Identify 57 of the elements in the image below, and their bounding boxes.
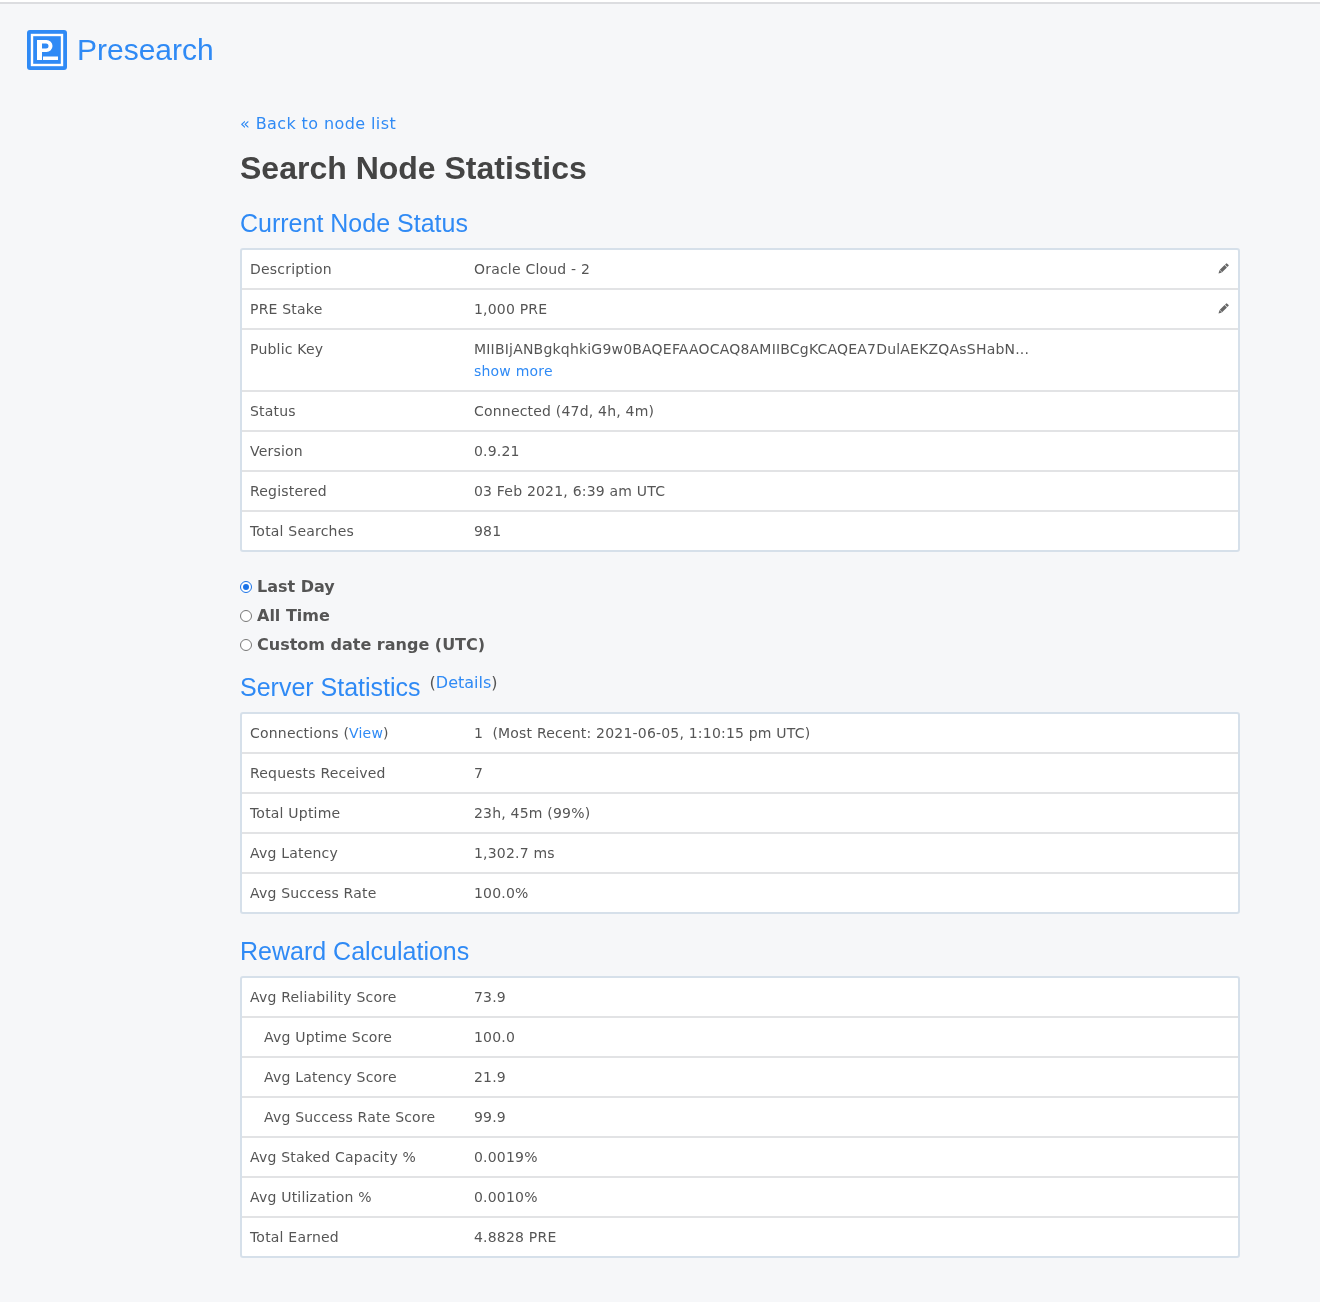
- field-label: Avg Utilization %: [250, 1189, 372, 1205]
- field-label: Avg Latency: [250, 845, 338, 861]
- details-note: (Details): [429, 673, 498, 693]
- view-link[interactable]: View: [349, 725, 384, 741]
- field-value: 7: [474, 764, 484, 782]
- field-value: Connected (47d, 4h, 4m): [474, 402, 655, 420]
- time-range-option[interactable]: Custom date range (UTC): [240, 630, 486, 659]
- field-value: 100.0%: [474, 884, 529, 902]
- field-value: 100.0: [474, 1028, 516, 1046]
- field-label: Registered: [250, 483, 327, 499]
- pencil-icon[interactable]: [1217, 263, 1229, 275]
- back-link[interactable]: « Back to node list: [240, 114, 397, 134]
- field-value: 73.9: [474, 988, 506, 1006]
- field-value: 1 (Most Recent: 2021-06-05, 1:10:15 pm UTC): [474, 724, 811, 742]
- field-label: PRE Stake: [250, 301, 323, 317]
- section-heading: Reward Calculations: [240, 936, 470, 966]
- logo-icon: [27, 30, 67, 70]
- field-label: Avg Uptime Score: [264, 1029, 392, 1045]
- field-label: Version: [250, 443, 303, 459]
- field-label: Avg Latency Score: [264, 1069, 397, 1085]
- field-label: Total Earned: [250, 1229, 339, 1245]
- field-value: 981: [474, 522, 502, 540]
- field-label: Total Uptime: [250, 805, 341, 821]
- section-heading: Current Node Status: [240, 208, 468, 238]
- field-value: MIIBIjANBgkqhkiG9w0BAQEFAAOCAQ8AMIIBCgKCAQEA7DulAEKZQAsSHabN...: [474, 340, 1030, 358]
- pencil-icon[interactable]: [1217, 303, 1229, 315]
- field-value: 4.8828 PRE: [474, 1228, 557, 1246]
- section-heading: Server Statistics: [240, 672, 421, 702]
- field-value: 0.0010%: [474, 1188, 538, 1206]
- field-label: Total Searches: [250, 523, 354, 539]
- time-range-option[interactable]: All Time: [240, 601, 330, 630]
- field-label: Description: [250, 261, 332, 277]
- page-title: Search Node Statistics: [240, 149, 588, 187]
- field-label: Public Key: [250, 341, 324, 357]
- show-more-link[interactable]: show more: [474, 362, 553, 380]
- radio-icon[interactable]: [240, 638, 252, 651]
- field-label: Status: [250, 403, 296, 419]
- field-value: 99.9: [474, 1108, 506, 1126]
- field-label: Avg Success Rate Score: [264, 1109, 436, 1125]
- field-value: 21.9: [474, 1068, 506, 1086]
- field-value: 0.0019%: [474, 1148, 538, 1166]
- field-label: Avg Success Rate: [250, 885, 377, 901]
- details-link[interactable]: Details: [435, 673, 492, 692]
- field-value: 1,000 PRE: [474, 300, 548, 318]
- field-label: Connections (View): [250, 725, 389, 741]
- radio-icon[interactable]: [240, 609, 252, 622]
- field-label: Avg Reliability Score: [250, 989, 397, 1005]
- field-label: Requests Received: [250, 765, 386, 781]
- field-value: 23h, 45m (99%): [474, 804, 591, 822]
- brand-name: Presearch: [77, 32, 214, 68]
- field-value: 1,302.7 ms: [474, 844, 555, 862]
- field-value: 0.9.21: [474, 442, 520, 460]
- field-value: 03 Feb 2021, 6:39 am UTC: [474, 482, 666, 500]
- time-range-option[interactable]: Last Day: [240, 572, 335, 601]
- field-value: Oracle Cloud - 2: [474, 260, 591, 278]
- field-label: Avg Staked Capacity %: [250, 1149, 417, 1165]
- radio-icon[interactable]: [240, 580, 252, 593]
